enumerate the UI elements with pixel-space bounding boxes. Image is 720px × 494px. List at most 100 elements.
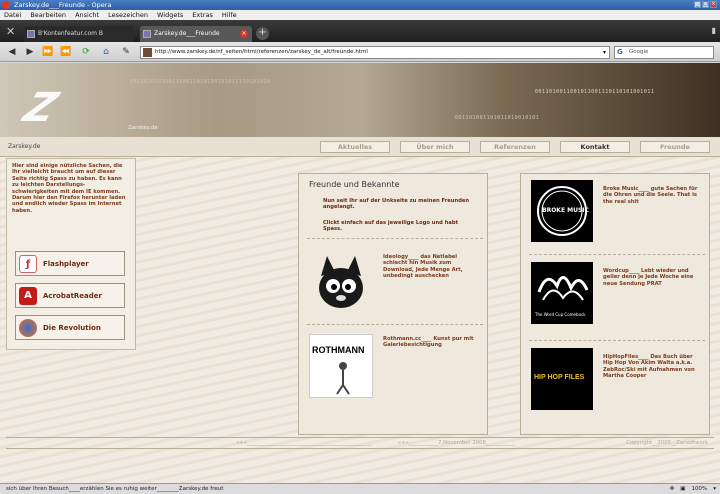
close-tab-icon[interactable]: ✕	[6, 25, 15, 38]
tab-bar: ✕ B'Kontenfeatur.com B Zarskey.de___Freu…	[0, 20, 720, 42]
forward-icon[interactable]: ▶	[24, 46, 36, 58]
menu-bar: Datei Bearbeiten Ansicht Lesezeichen Wid…	[0, 10, 720, 20]
maximize-button[interactable]: □	[702, 1, 709, 8]
menu-widgets[interactable]: Widgets	[157, 10, 183, 20]
friends-heading: Freunde und Bekannte	[309, 180, 400, 189]
window-titlebar: Zarskey.de___Freunde - Opera _ □ ×	[0, 0, 720, 10]
menu-hilfe[interactable]: Hilfe	[222, 10, 237, 20]
tab-2-active[interactable]: Zarskey.de___Freunde ×	[140, 26, 252, 42]
hiphopfiles-logo-text: HIP HOP FILES	[534, 374, 585, 381]
menu-lesezeichen[interactable]: Lesezeichen	[108, 10, 148, 20]
tab-favicon-icon	[27, 30, 35, 38]
google-icon: G	[617, 48, 623, 56]
friends-intro-2: Clickt einfach auf das jeweilige Logo un…	[323, 220, 459, 233]
rewind-icon[interactable]: ⏪	[60, 46, 72, 58]
binary-decoration: 0011010101001110011010100101011110101010	[130, 79, 271, 85]
broke-music-logo-text: BROKE MUSIC	[542, 207, 589, 214]
status-text: sich über Ihren Besuch____erzählen Sie e…	[6, 486, 224, 492]
nav-aktuelles[interactable]: Aktuelles	[320, 141, 390, 153]
nav-referenzen[interactable]: Referenzen	[480, 141, 550, 153]
divider	[529, 254, 705, 255]
wordcup-logo-text: The Word Cup Comeback	[535, 312, 586, 317]
reload-icon[interactable]: ⟳	[80, 46, 92, 58]
friends-intro-1: Nun seit Ihr auf der Unkseite zu meinen …	[323, 198, 470, 211]
page-viewport: Z Zarskey.de 001101010100111001101010010…	[0, 63, 720, 483]
firefox-icon	[19, 319, 37, 337]
footer-date: «+»___________7.November 2008___________	[398, 440, 515, 446]
zoom-level[interactable]: 100%	[692, 484, 708, 494]
plugin-label: Flashplayer	[43, 260, 89, 268]
opera-logo-icon	[2, 1, 10, 9]
friend-item-hiphopfiles: HIP HOP FILES HipHopFiles____ Das Buch ü…	[529, 348, 705, 420]
footer-decor: «+»_____________________________________…	[236, 440, 372, 446]
new-tab-button[interactable]: +	[256, 27, 269, 40]
navigation-bar: ◀ ▶ ⏩ ⏪ ⟳ ⌂ ✎ http://www.zarskey.de/nf_s…	[0, 42, 720, 62]
minimize-button[interactable]: _	[694, 1, 701, 8]
plugin-label: Die Revolution	[43, 324, 101, 332]
tab-close-icon[interactable]: ×	[240, 30, 248, 38]
friend-item-rothmann: ROTHMANN Rothmann.cc____ Kunst pur mit G…	[307, 332, 483, 400]
fast-forward-icon[interactable]: ⏩	[42, 46, 54, 58]
left-intro-text: Hier sind einige nützliche Sachen, die I…	[12, 163, 126, 214]
site-logo-graphic: Z	[17, 85, 60, 131]
menu-datei[interactable]: Datei	[4, 10, 21, 20]
friend-text: HipHopFiles____ Das Buch über Hip Hop Vo…	[603, 354, 695, 380]
acrobat-icon: A	[19, 287, 37, 305]
site-banner: Z Zarskey.de 001101010100111001101010010…	[0, 63, 720, 137]
close-window-button[interactable]: ×	[710, 1, 717, 8]
site-footer: «+»_____________________________________…	[6, 437, 714, 449]
rothmann-logo-text: ROTHMANN	[312, 345, 365, 355]
plugin-flashplayer-link[interactable]: ƒ Flashplayer	[15, 251, 125, 276]
divider	[307, 324, 483, 325]
tab-label: B'Kontenfeatur.com B	[38, 30, 104, 37]
zoom-dropdown-icon[interactable]: ▾	[713, 484, 716, 494]
friend-text: Broke Music____ gute Sachen für die Ohre…	[603, 186, 698, 205]
nav-ueber-mich[interactable]: Über mich	[400, 141, 470, 153]
site-name: Zarskey.de	[8, 143, 41, 150]
divider	[529, 340, 705, 341]
friend-text: Rothmann.cc____ Kunst pur mit Galeriebes…	[383, 336, 474, 349]
site-logo-name: Zarskey.de	[128, 125, 158, 131]
tab-1[interactable]: B'Kontenfeatur.com B	[24, 26, 134, 42]
friend-item-ideology: Ideology____ das Netlabel schlecht hin M…	[307, 250, 483, 318]
tab-label: Zarskey.de___Freunde	[154, 30, 220, 37]
binary-decoration: 0011010011001011001110110101001011	[535, 89, 655, 95]
back-icon[interactable]: ◀	[6, 46, 18, 58]
address-url: http://www.zarskey.de/nf_seiten/html/ref…	[155, 49, 368, 55]
friend-text: Wordcup____ Lebt wieder und geiler denn …	[603, 268, 694, 287]
tab-menu-icon[interactable]: ▮	[712, 26, 716, 35]
friend-text: Ideology____ das Netlabel schlecht hin M…	[383, 254, 463, 280]
site-nav-bar: Zarskey.de Aktuelles Über mich Referenze…	[0, 137, 720, 157]
nav-freunde[interactable]: Freunde	[640, 141, 710, 153]
address-bar[interactable]: http://www.zarskey.de/nf_seiten/html/ref…	[140, 46, 610, 59]
plugin-firefox-link[interactable]: Die Revolution	[15, 315, 125, 340]
ideology-logo[interactable]	[309, 252, 373, 316]
broke-music-logo[interactable]: BROKE MUSIC	[531, 180, 593, 242]
menu-ansicht[interactable]: Ansicht	[75, 10, 99, 20]
divider	[307, 238, 483, 239]
search-field[interactable]: G Google	[614, 46, 714, 59]
menu-extras[interactable]: Extras	[192, 10, 213, 20]
hiphopfiles-logo[interactable]: HIP HOP FILES	[531, 348, 593, 410]
left-panel: Hier sind einige nützliche Sachen, die I…	[6, 158, 136, 350]
friends-panel-right: BROKE MUSIC Broke Music____ gute Sachen …	[520, 173, 710, 435]
status-bar: sich über Ihren Besuch____erzählen Sie e…	[0, 483, 720, 494]
tab-favicon-icon	[143, 30, 151, 38]
search-placeholder: Google	[629, 49, 649, 55]
footer-copyright: Copyright__2005__Zarsoftwerk	[626, 440, 708, 446]
settings-icon[interactable]: ✥	[670, 484, 675, 494]
wordcup-logo[interactable]: The Word Cup Comeback	[531, 262, 593, 324]
menu-bearbeiten[interactable]: Bearbeiten	[30, 10, 66, 20]
friend-item-wordcup: The Word Cup Comeback Wordcup____ Lebt w…	[529, 262, 705, 334]
plugin-acrobat-link[interactable]: A AcrobatReader	[15, 283, 125, 308]
friends-panel: Freunde und Bekannte Nun seit Ihr auf de…	[298, 173, 488, 435]
rothmann-logo[interactable]: ROTHMANN	[309, 334, 373, 398]
panel-icon[interactable]: ▣	[680, 484, 685, 494]
edit-icon[interactable]: ✎	[120, 46, 132, 58]
nav-kontakt[interactable]: Kontakt	[560, 141, 630, 153]
home-icon[interactable]: ⌂	[100, 46, 112, 58]
friend-item-broke-music: BROKE MUSIC Broke Music____ gute Sachen …	[529, 180, 705, 252]
address-dropdown-icon[interactable]: ▾	[603, 47, 606, 58]
window-title: Zarskey.de___Freunde - Opera	[14, 1, 112, 9]
window-controls: _ □ ×	[694, 1, 717, 8]
